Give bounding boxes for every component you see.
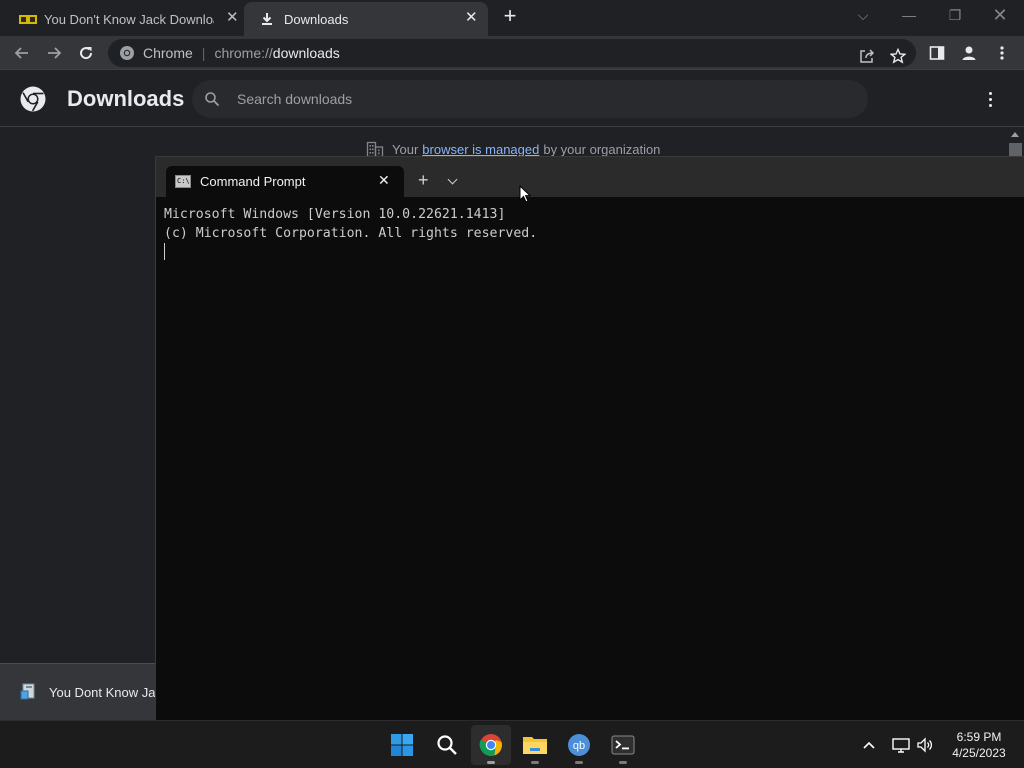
forward-arrow-icon <box>48 47 62 59</box>
browser-toolbar: Chrome | chrome:// downloads <box>0 36 1024 70</box>
download-item-name[interactable]: You Dont Know Ja... <box>49 685 157 700</box>
taskbar-chrome[interactable] <box>471 725 511 765</box>
managed-prefix: Your <box>392 141 419 157</box>
profile-avatar-icon <box>962 46 976 60</box>
close-tab-icon[interactable]: ✕ <box>378 173 390 187</box>
windows-logo-icon <box>391 734 413 756</box>
back-button[interactable] <box>9 40 35 66</box>
search-icon <box>205 92 220 107</box>
chrome-icon <box>479 734 502 756</box>
yellow-game-favicon <box>19 15 37 24</box>
text-cursor <box>164 243 165 260</box>
terminal-title-bar[interactable]: Command Prompt ✕ + <box>156 157 1024 197</box>
chevron-down-icon[interactable] <box>447 174 458 185</box>
address-bar[interactable]: Chrome | chrome:// downloads <box>108 39 916 67</box>
browser-tab-strip: You Don't Know Jack Download | ✕ Downloa… <box>0 0 1024 36</box>
terminal-output[interactable]: Microsoft Windows [Version 10.0.22621.14… <box>164 205 537 262</box>
profile-button[interactable] <box>956 40 982 66</box>
side-panel-icon <box>929 46 945 60</box>
close-window-button[interactable]: ✕ <box>988 4 1012 28</box>
qbittorrent-icon: qb <box>568 734 590 756</box>
taskbar-clock[interactable]: 6:59 PM 4/25/2023 <box>940 729 1018 761</box>
side-panel-button[interactable] <box>924 40 950 66</box>
close-tab-icon[interactable]: ✕ <box>226 10 239 25</box>
scroll-up-icon[interactable] <box>1011 132 1019 137</box>
bookmark-star-icon[interactable] <box>889 47 907 65</box>
reload-icon <box>80 47 93 60</box>
close-tab-icon[interactable]: ✕ <box>465 10 478 25</box>
more-vert-icon <box>1000 46 1004 60</box>
browser-managed-link[interactable]: browser is managed <box>422 142 539 157</box>
back-arrow-icon <box>14 47 28 59</box>
chrome-site-icon <box>120 46 134 60</box>
running-indicator <box>619 761 627 764</box>
folder-icon <box>523 737 547 754</box>
managed-suffix: by your organization <box>543 141 661 157</box>
taskbar-qbittorrent[interactable]: qb <box>559 725 599 765</box>
terminal-line: Microsoft Windows [Version 10.0.22621.14… <box>164 207 506 222</box>
start-button[interactable] <box>382 725 422 765</box>
terminal-tab-title: Command Prompt <box>200 174 306 189</box>
chrome-logo-icon <box>20 86 46 112</box>
taskbar-file-explorer[interactable] <box>515 725 555 765</box>
site-name: Chrome <box>143 45 193 61</box>
clock-time: 6:59 PM <box>956 730 1002 744</box>
clock-date: 4/25/2023 <box>952 746 1006 760</box>
tab-search-icon[interactable]: ⌵ <box>851 4 875 28</box>
search-downloads-box[interactable] <box>192 80 868 118</box>
search-icon <box>437 735 457 755</box>
url-host: downloads <box>272 45 340 61</box>
browser-tab-downloads[interactable]: Downloads ✕ <box>244 2 488 36</box>
running-indicator <box>531 761 539 764</box>
new-terminal-tab-button[interactable]: + <box>418 171 429 189</box>
network-icon[interactable] <box>891 735 911 755</box>
taskbar-search-button[interactable] <box>427 725 467 765</box>
windows-taskbar: qb 6:59 PM 4/25/2023 <box>0 720 1024 768</box>
terminal-icon <box>611 735 635 755</box>
browser-tab-ydkj[interactable]: You Don't Know Jack Download | ✕ <box>12 2 244 36</box>
running-indicator <box>487 761 495 764</box>
share-icon[interactable] <box>858 47 876 65</box>
show-hidden-icons-chevron-up-icon[interactable] <box>859 735 879 755</box>
terminal-line: (c) Microsoft Corporation. All rights re… <box>164 226 538 241</box>
url-scheme: chrome:// <box>214 45 273 61</box>
reload-button[interactable] <box>73 40 99 66</box>
minimize-button[interactable]: — <box>897 4 921 28</box>
tab-title: You Don't Know Jack Download | <box>44 11 214 27</box>
forward-button[interactable] <box>41 40 67 66</box>
download-icon <box>262 13 272 25</box>
command-prompt-icon <box>175 175 191 188</box>
running-indicator <box>575 761 583 764</box>
chrome-menu-button[interactable] <box>989 40 1015 66</box>
tab-title: Downloads <box>284 11 349 27</box>
downloads-header: Downloads <box>0 71 1024 127</box>
downloads-more-actions-button[interactable] <box>980 88 1000 110</box>
volume-icon[interactable] <box>915 735 935 755</box>
download-shelf: You Dont Know Ja... <box>0 663 160 720</box>
search-input[interactable] <box>237 91 797 107</box>
page-title: Downloads <box>67 86 185 111</box>
taskbar-terminal[interactable] <box>603 725 643 765</box>
terminal-tab-command-prompt[interactable]: Command Prompt ✕ <box>166 166 404 197</box>
restore-button[interactable]: ❐ <box>943 4 967 28</box>
terminal-prompt-line[interactable] <box>164 243 537 262</box>
terminal-window[interactable]: Command Prompt ✕ + Microsoft Windows [Ve… <box>155 156 1024 720</box>
installer-file-icon <box>20 683 35 700</box>
qbittorrent-icon-label: qb <box>573 740 585 752</box>
omnibox-separator: | <box>201 45 206 61</box>
mouse-pointer-icon <box>519 185 531 203</box>
new-tab-button[interactable]: + <box>499 5 521 28</box>
